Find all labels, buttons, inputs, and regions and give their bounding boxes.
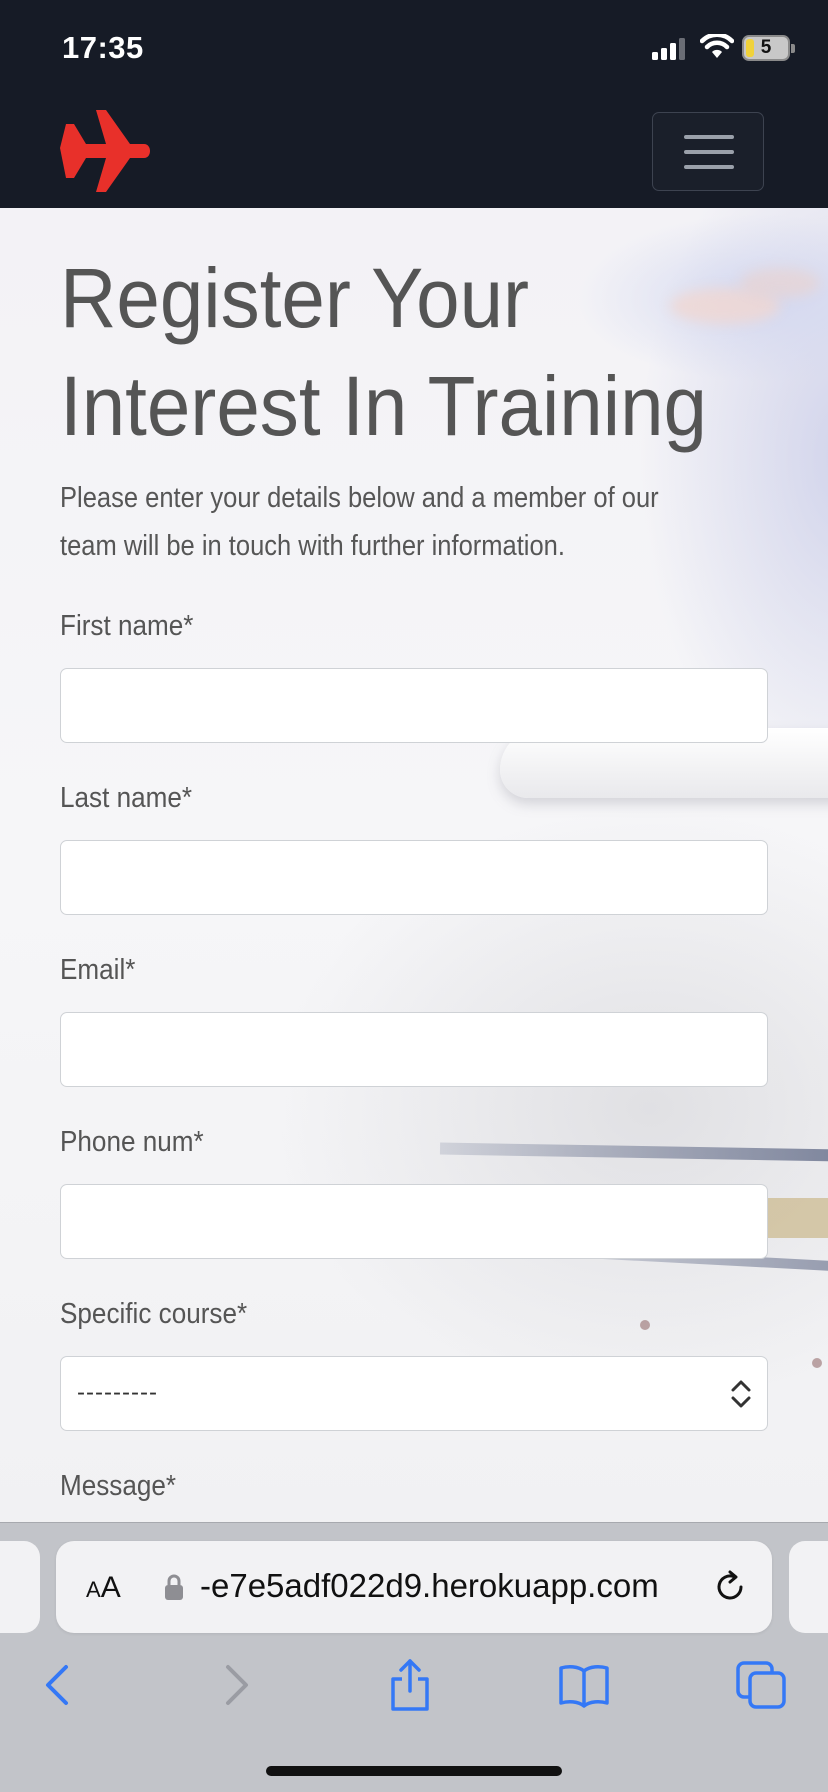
first-name-field[interactable] bbox=[60, 668, 768, 743]
phone-field[interactable] bbox=[60, 1184, 768, 1259]
bookmarks-icon[interactable] bbox=[556, 1657, 612, 1713]
browser-bottom-bar: AA -e7e5adf022d9.herokuapp.com bbox=[0, 1522, 828, 1792]
course-select[interactable]: --------- bbox=[60, 1356, 768, 1431]
share-icon[interactable] bbox=[382, 1657, 438, 1713]
url-text[interactable]: -e7e5adf022d9.herokuapp.com bbox=[200, 1567, 659, 1605]
hamburger-menu-button[interactable] bbox=[652, 112, 764, 191]
lock-icon bbox=[165, 1574, 183, 1600]
phone-label: Phone num* bbox=[60, 1126, 204, 1158]
message-label: Message* bbox=[60, 1470, 177, 1502]
battery-icon: 5 bbox=[742, 35, 790, 61]
text-size-button[interactable]: AA bbox=[86, 1571, 121, 1605]
intro-line1: Please enter your details below and a me… bbox=[60, 482, 659, 514]
battery-nub bbox=[791, 44, 795, 53]
battery-level: 5 bbox=[760, 37, 772, 58]
signal-icon bbox=[652, 38, 685, 60]
last-name-field[interactable] bbox=[60, 840, 768, 915]
select-arrows-icon bbox=[731, 1380, 751, 1408]
course-selected-value: --------- bbox=[77, 1379, 158, 1406]
page-title-line2: Interest In Training bbox=[60, 359, 708, 453]
next-tab-preview[interactable] bbox=[789, 1541, 828, 1633]
first-name-label: First name* bbox=[60, 610, 194, 642]
navbar: 17:35 5 bbox=[0, 0, 828, 208]
airplane-icon[interactable] bbox=[60, 110, 152, 192]
back-icon[interactable] bbox=[30, 1657, 86, 1713]
email-label: Email* bbox=[60, 954, 136, 986]
intro-text: Please enter your details below and a me… bbox=[60, 474, 729, 570]
tabs-icon[interactable] bbox=[734, 1657, 790, 1713]
page-title: Register Your Interest In Training bbox=[60, 244, 730, 460]
address-bar[interactable]: AA -e7e5adf022d9.herokuapp.com bbox=[56, 1541, 772, 1633]
home-indicator bbox=[266, 1766, 562, 1776]
wifi-icon bbox=[700, 34, 734, 58]
previous-tab-preview[interactable] bbox=[0, 1541, 40, 1633]
reload-icon[interactable] bbox=[712, 1569, 748, 1605]
status-time: 17:35 bbox=[62, 30, 144, 65]
email-field[interactable] bbox=[60, 1012, 768, 1087]
course-label: Specific course* bbox=[60, 1298, 248, 1330]
last-name-label: Last name* bbox=[60, 782, 193, 814]
forward-icon[interactable] bbox=[208, 1657, 264, 1713]
page-title-line1: Register Your bbox=[60, 251, 530, 345]
intro-line2: team will be in touch with further infor… bbox=[60, 530, 565, 562]
